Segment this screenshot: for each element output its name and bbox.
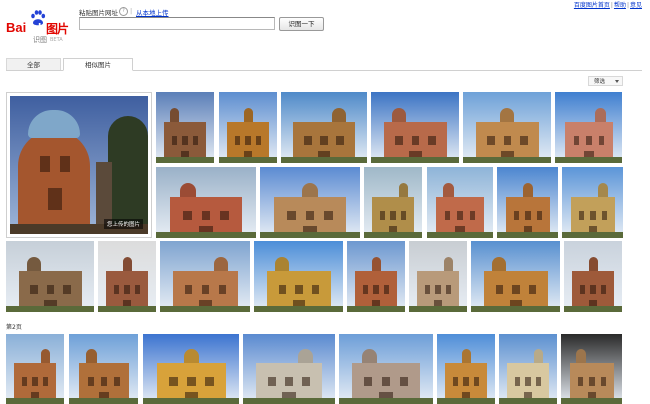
uploaded-image [10,96,148,234]
similar-image-thumb[interactable] [409,241,467,312]
similar-image-thumb[interactable] [6,334,64,404]
similar-image-thumb[interactable] [98,241,156,312]
similar-image-thumb[interactable] [6,241,94,312]
similar-image-thumb[interactable] [254,241,343,312]
similar-image-thumb[interactable] [260,167,360,238]
filter-label: 筛选 [594,79,606,85]
similar-image-thumb[interactable] [427,167,493,238]
page-2-label: 第2页 [6,324,22,331]
chevron-down-icon [615,80,619,83]
link-separator: | [626,2,629,9]
uploaded-image-frame[interactable]: 您上传的图片 [6,92,152,238]
help-icon[interactable]: ? [119,7,128,16]
similar-image-thumb[interactable] [156,167,256,238]
similar-image-thumb[interactable] [499,334,557,404]
similar-image-thumb[interactable] [339,334,433,404]
paste-url-label: 粘贴图片网址 [79,9,118,17]
similar-image-thumb[interactable] [471,241,560,312]
logo-bai-text: Bai [6,20,27,35]
similar-image-thumb[interactable] [564,241,622,312]
similar-image-thumb[interactable] [69,334,138,404]
tab-all[interactable]: 全部 [6,58,61,70]
similar-image-thumb[interactable] [143,334,239,404]
similar-image-thumb[interactable] [555,92,622,163]
top-links: 百度图片首页|帮助|意见 [574,0,642,9]
logo-beta-text: BETA [50,37,63,43]
uploaded-image-caption: 您上传的图片 [103,219,143,229]
similar-image-thumb[interactable] [371,92,459,163]
similar-image-thumb[interactable] [243,334,335,404]
similar-image-thumb[interactable] [364,167,422,238]
similar-image-thumb[interactable] [497,167,558,238]
similar-image-thumb[interactable] [156,92,214,163]
filter-dropdown[interactable]: 筛选 [588,76,623,86]
link-separator: | [610,2,613,9]
label-separator: | [130,7,133,15]
similar-image-thumb[interactable] [281,92,367,163]
similar-image-thumb[interactable] [219,92,277,163]
help-link[interactable]: 帮助 [614,2,626,9]
similar-image-thumb[interactable] [347,241,405,312]
tab-similar-images[interactable]: 相似图片 [63,58,133,71]
baidu-shitu-logo[interactable]: Bai du 图片 识图 BETA [6,8,72,44]
similar-image-thumb[interactable] [463,92,551,163]
similar-image-thumb[interactable] [437,334,495,404]
similar-image-thumb[interactable] [160,241,250,312]
search-by-image-button[interactable]: 识图一下 [279,17,324,31]
feedback-link[interactable]: 意见 [630,2,642,9]
local-upload-link[interactable]: 从本地上传 [136,7,169,17]
logo-tupian-text: 图片 [46,22,69,36]
logo-shitu-text: 识图 [33,36,47,44]
baidu-image-home-link[interactable]: 百度图片首页 [574,2,610,9]
similar-image-thumb[interactable] [561,334,622,404]
similar-image-thumb[interactable] [562,167,623,238]
image-url-input[interactable] [79,17,275,30]
